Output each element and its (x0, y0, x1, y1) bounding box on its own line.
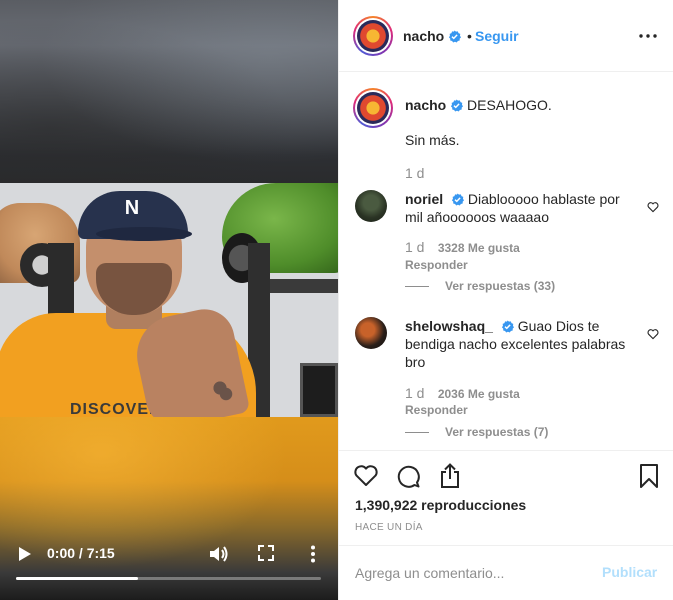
video-blur-top (0, 0, 338, 183)
caption-line2: Sin más. (405, 132, 460, 148)
comment-time[interactable]: 1 d (405, 239, 424, 255)
comment-composer: Publicar (339, 545, 673, 600)
more-vertical-icon[interactable] (310, 545, 316, 563)
video-player[interactable]: DISCOVERE N 0:00 / 7:15 (0, 0, 338, 600)
comment-item: shelowshaq_ Guao Dios te bendiga nacho e… (353, 317, 663, 442)
video-frame: DISCOVERE N (0, 183, 338, 417)
view-count[interactable]: 1,390,922 reproducciones (355, 497, 526, 513)
instagram-post: DISCOVERE N 0:00 / 7:15 nacho • Seguir n… (0, 0, 673, 600)
reply-button[interactable]: Responder (405, 403, 468, 417)
video-progress-bar[interactable] (16, 577, 321, 580)
comment-item: noriel Diablooooo hablaste por mil añooo… (353, 190, 663, 300)
comment-likes[interactable]: 2036 Me gusta (438, 387, 520, 401)
play-icon[interactable] (18, 546, 32, 562)
time-display: 0:00 / 7:15 (47, 545, 115, 561)
cap-logo: N (124, 197, 140, 219)
reply-button[interactable]: Responder (405, 258, 468, 272)
avatar[interactable] (353, 88, 393, 128)
post-button[interactable]: Publicar (602, 564, 657, 580)
caption-time[interactable]: 1 d (405, 165, 424, 181)
view-replies-button[interactable]: Ver respuestas (33) (405, 279, 555, 293)
volume-icon[interactable] (208, 544, 228, 564)
post-date[interactable]: HACE UN DÍA (355, 522, 423, 533)
more-horizontal-icon[interactable] (639, 34, 657, 38)
avatar[interactable] (353, 16, 393, 56)
header-username[interactable]: nacho (403, 28, 444, 44)
comment-input[interactable] (355, 562, 595, 584)
video-progress-fill (16, 577, 138, 580)
view-replies-button[interactable]: Ver respuestas (7) (405, 425, 548, 439)
header-dot: • (467, 28, 472, 44)
post-panel: nacho • Seguir nacho DESAHOGO. Sin más. … (338, 0, 673, 600)
comment-heart-icon[interactable] (647, 201, 659, 213)
post-header: nacho • Seguir (339, 0, 673, 72)
verified-badge-icon (501, 320, 514, 333)
comment-likes[interactable]: 3328 Me gusta (438, 241, 520, 255)
caption-text: DESAHOGO. (467, 97, 552, 113)
post-actions: 1,390,922 reproducciones HACE UN DÍA (339, 450, 673, 545)
heart-icon[interactable] (353, 463, 379, 489)
verified-badge-icon (449, 30, 462, 43)
commenter-avatar[interactable] (355, 190, 387, 222)
commenter-avatar[interactable] (355, 317, 387, 349)
comment-username[interactable]: shelowshaq_ (405, 318, 493, 334)
share-icon[interactable] (437, 463, 463, 489)
fullscreen-icon[interactable] (258, 545, 274, 561)
comment-time[interactable]: 1 d (405, 385, 424, 401)
comment-username[interactable]: noriel (405, 191, 443, 207)
comment-heart-icon[interactable] (647, 328, 659, 340)
caption-username[interactable]: nacho (405, 97, 446, 113)
bookmark-icon[interactable] (636, 463, 662, 489)
follow-button[interactable]: Seguir (475, 28, 519, 44)
verified-badge-icon (451, 193, 465, 206)
video-controls: 0:00 / 7:15 (0, 530, 338, 600)
comment-icon[interactable] (395, 463, 421, 489)
verified-badge-icon (451, 99, 464, 112)
